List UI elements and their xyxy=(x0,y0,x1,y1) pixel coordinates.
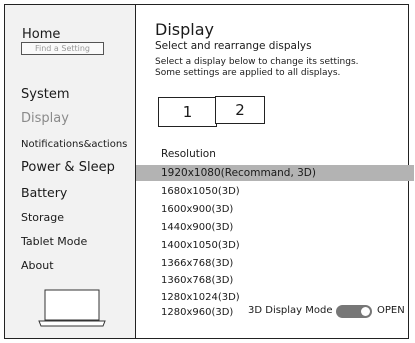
sidebar-item-system[interactable]: System xyxy=(21,87,69,102)
page-subtitle: Select and rearrange dispalys xyxy=(155,40,312,52)
resolution-option[interactable]: 1280x960(3D) xyxy=(161,307,233,318)
sidebar-item-display[interactable]: Display xyxy=(21,111,69,126)
page-title: Display xyxy=(155,20,214,39)
resolution-option[interactable]: 1360x768(3D) xyxy=(161,275,233,286)
sidebar-item-tablet-mode[interactable]: Tablet Mode xyxy=(21,235,87,248)
sidebar: Home Find a Setting System Display Notif… xyxy=(5,5,136,338)
resolution-option[interactable]: 1440x900(3D) xyxy=(161,222,233,233)
resolution-option[interactable]: 1366x768(3D) xyxy=(161,258,233,269)
settings-window: Home Find a Setting System Display Notif… xyxy=(4,4,414,339)
resolution-option-label: 1920x1080(Recommand, 3D) xyxy=(161,167,316,179)
laptop-icon xyxy=(37,288,107,332)
display-settings-panel: Display Select and rearrange dispalys Se… xyxy=(136,5,414,338)
resolution-heading: Resolution xyxy=(161,148,216,160)
description-line: Some settings are applied to all display… xyxy=(155,68,341,78)
toggle-knob xyxy=(361,307,370,316)
search-input[interactable]: Find a Setting xyxy=(21,42,104,55)
sidebar-item-power-sleep[interactable]: Power & Sleep xyxy=(21,160,115,175)
sidebar-item-storage[interactable]: Storage xyxy=(21,211,64,224)
sidebar-item-notifications[interactable]: Notifications&actions xyxy=(21,139,127,150)
resolution-option[interactable]: 1280x1024(3D) xyxy=(161,292,240,303)
3d-mode-label: 3D Display Mode xyxy=(248,305,333,316)
description-line: Select a display below to change its set… xyxy=(155,57,359,67)
sidebar-item-battery[interactable]: Battery xyxy=(21,185,67,200)
resolution-option[interactable]: 1680x1050(3D) xyxy=(161,186,240,197)
sidebar-item-about[interactable]: About xyxy=(21,259,54,272)
resolution-option[interactable]: 1600x900(3D) xyxy=(161,204,233,215)
3d-mode-state: OPEN xyxy=(377,305,405,316)
resolution-option-selected[interactable]: 1920x1080(Recommand, 3D) xyxy=(136,165,414,181)
monitor-2-button[interactable]: 2 xyxy=(215,96,265,124)
page-description: Select a display below to change its set… xyxy=(155,57,359,79)
monitor-1-button[interactable]: 1 xyxy=(158,97,217,127)
resolution-option[interactable]: 1400x1050(3D) xyxy=(161,240,240,251)
3d-mode-toggle[interactable] xyxy=(336,305,372,318)
home-link[interactable]: Home xyxy=(22,27,60,42)
